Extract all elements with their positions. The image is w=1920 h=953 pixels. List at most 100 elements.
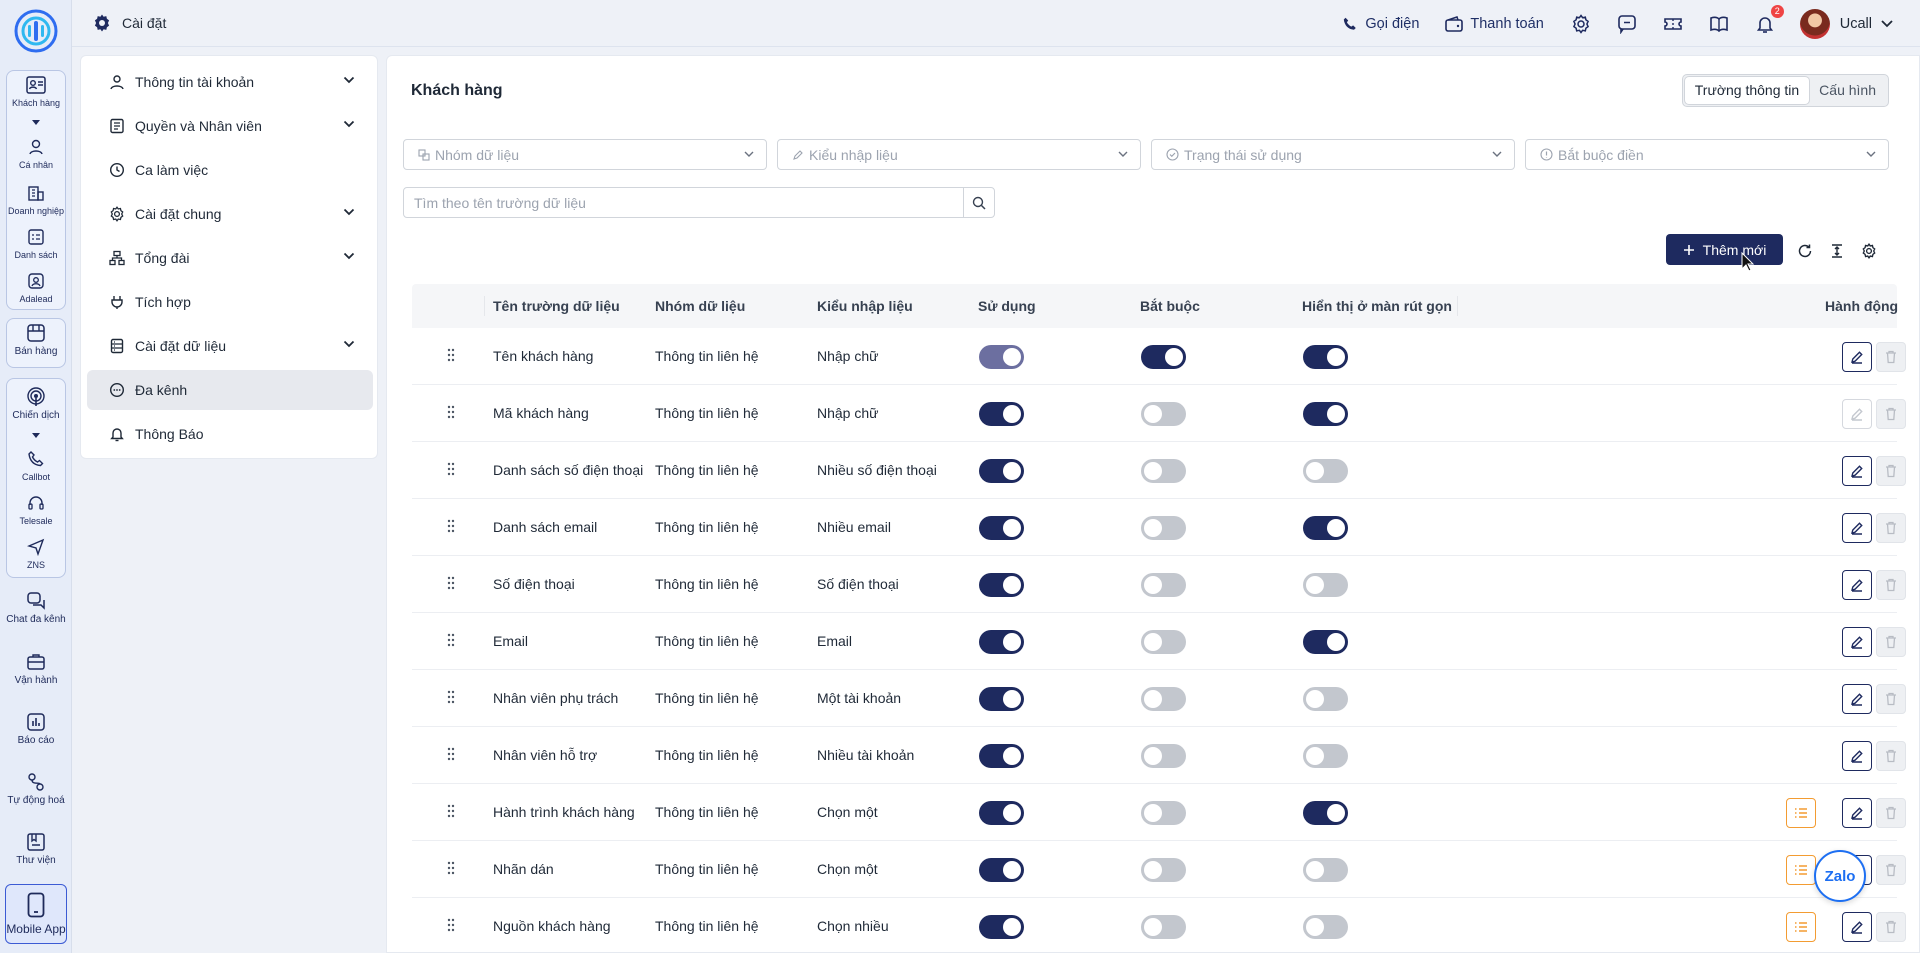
bell-icon[interactable]: 2 [1754,4,1784,35]
compact-display-toggle[interactable] [1303,915,1348,939]
chevron-down-icon[interactable] [32,433,40,438]
book-icon[interactable] [1708,13,1730,35]
drag-handle-icon[interactable] [446,804,456,818]
edit-button[interactable] [1842,456,1872,486]
table-settings-icon[interactable] [1860,242,1878,260]
edit-button[interactable] [1842,798,1872,828]
use-toggle[interactable] [979,402,1024,426]
delete-button[interactable] [1876,627,1906,657]
edit-button[interactable] [1842,912,1872,942]
settings-icon[interactable] [1570,13,1592,35]
menu-item-omnichannel[interactable]: Đa kênh [87,370,373,410]
options-list-button[interactable] [1786,855,1816,885]
search-input[interactable]: Tìm theo tên trường dữ liệu [414,195,586,211]
menu-item-notifications[interactable]: Thông Báo [87,414,373,454]
delete-button[interactable] [1876,570,1906,600]
filter-usage-status[interactable]: Trạng thái sử dụng [1151,139,1515,170]
rail-item-chien-dich[interactable]: Chiến dịch [0,386,72,421]
delete-button[interactable] [1876,855,1906,885]
mobile-app-button[interactable]: Mobile App [5,884,67,944]
use-toggle[interactable] [979,573,1024,597]
column-header-required[interactable]: Bắt buộc [1140,298,1200,314]
avatar[interactable] [1799,8,1830,39]
compact-display-toggle[interactable] [1303,459,1348,483]
drag-handle-icon[interactable] [446,861,456,875]
menu-item-permissions[interactable]: Quyền và Nhân viên [87,106,373,146]
payment-button[interactable]: Thanh toán [1445,16,1544,32]
message-icon[interactable] [1616,13,1638,35]
drag-handle-icon[interactable] [446,918,456,932]
app-logo[interactable] [12,8,60,54]
rail-item-doanh-nghiep[interactable]: Doanh nghiệp [0,182,72,216]
user-name[interactable]: Ucall [1840,16,1872,32]
required-toggle[interactable] [1141,744,1186,768]
column-header-use[interactable]: Sử dụng [978,298,1036,314]
drag-handle-icon[interactable] [446,576,456,590]
delete-button[interactable] [1876,798,1906,828]
column-header-compact[interactable]: Hiển thị ở màn rút gọn [1302,298,1452,314]
required-toggle[interactable] [1141,687,1186,711]
edit-button[interactable] [1842,399,1872,429]
column-header-group[interactable]: Nhóm dữ liệu [655,298,745,314]
rail-item-danh-sach[interactable]: Danh sách [0,226,72,260]
edit-button[interactable] [1842,741,1872,771]
filter-data-group[interactable]: Nhóm dữ liệu [403,139,767,170]
delete-button[interactable] [1876,684,1906,714]
menu-item-account-info[interactable]: Thông tin tài khoản [87,62,373,102]
use-toggle[interactable] [979,744,1024,768]
call-button[interactable]: Gọi điện [1342,16,1419,32]
required-toggle[interactable] [1141,915,1186,939]
edit-button[interactable] [1842,684,1872,714]
zalo-chat-button[interactable]: Zalo [1814,850,1866,902]
chevron-down-icon[interactable] [1880,19,1894,29]
use-toggle[interactable] [979,516,1024,540]
compact-display-toggle[interactable] [1303,744,1348,768]
column-height-icon[interactable] [1828,242,1846,260]
delete-button[interactable] [1876,456,1906,486]
use-toggle[interactable] [979,687,1024,711]
use-toggle[interactable] [979,858,1024,882]
refresh-icon[interactable] [1796,242,1814,260]
rail-item-khach-hang[interactable]: Khách hàng [0,74,72,108]
search-button[interactable] [963,188,994,217]
chevron-down-icon[interactable] [32,120,40,125]
rail-item-bao-cao[interactable]: Báo cáo [0,711,72,746]
use-toggle[interactable] [979,345,1024,369]
drag-handle-icon[interactable] [446,462,456,476]
drag-handle-icon[interactable] [446,633,456,647]
drag-handle-icon[interactable] [446,519,456,533]
delete-button[interactable] [1876,741,1906,771]
compact-display-toggle[interactable] [1303,573,1348,597]
options-list-button[interactable] [1786,798,1816,828]
compact-display-toggle[interactable] [1303,402,1348,426]
rail-item-ca-nhan[interactable]: Cá nhân [0,136,72,170]
menu-item-shifts[interactable]: Ca làm việc [87,150,373,190]
use-toggle[interactable] [979,801,1024,825]
tab-fields[interactable]: Trường thông tin [1684,77,1810,104]
menu-item-data-settings[interactable]: Cài đặt dữ liệu [87,326,373,366]
required-toggle[interactable] [1141,801,1186,825]
required-toggle[interactable] [1141,858,1186,882]
menu-item-general-settings[interactable]: Cài đặt chung [87,194,373,234]
compact-display-toggle[interactable] [1303,630,1348,654]
required-toggle[interactable] [1141,516,1186,540]
ticket-icon[interactable] [1662,13,1684,35]
use-toggle[interactable] [979,915,1024,939]
use-toggle[interactable] [979,630,1024,654]
edit-button[interactable] [1842,342,1872,372]
compact-display-toggle[interactable] [1303,345,1348,369]
filter-input-type[interactable]: Kiểu nhập liệu [777,139,1141,170]
required-toggle[interactable] [1141,573,1186,597]
delete-button[interactable] [1876,399,1906,429]
required-toggle[interactable] [1141,630,1186,654]
delete-button[interactable] [1876,513,1906,543]
rail-item-chat-da-kenh[interactable]: Chat đa kênh [0,590,72,625]
rail-item-callbot[interactable]: Callbot [0,448,72,482]
rail-item-van-hanh[interactable]: Vận hành [0,651,72,686]
rail-item-ban-hang[interactable]: Bán hàng [0,322,72,357]
tab-config[interactable]: Cấu hình [1809,77,1886,104]
edit-button[interactable] [1842,627,1872,657]
add-new-button[interactable]: Thêm mới [1666,234,1783,265]
drag-handle-icon[interactable] [446,747,456,761]
rail-item-adalead[interactable]: Adalead [0,270,72,304]
